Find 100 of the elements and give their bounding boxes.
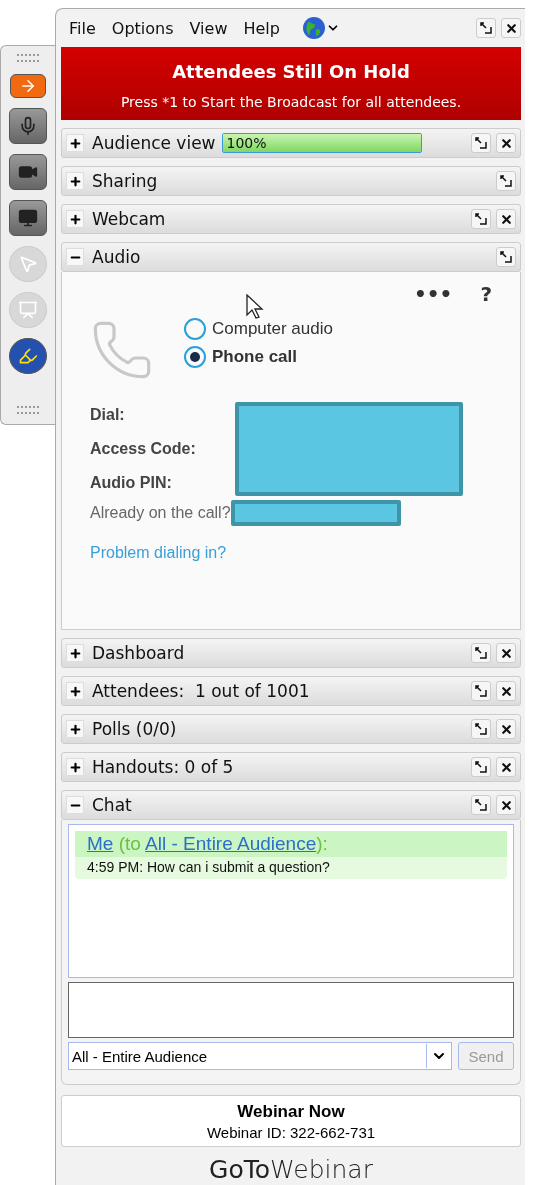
expand-button[interactable]: [66, 644, 84, 662]
panel-title: Sharing: [92, 171, 158, 191]
popout-icon: [500, 251, 512, 263]
popout-icon: [500, 175, 512, 187]
grip-handle[interactable]: [17, 54, 39, 62]
plus-icon: [68, 722, 82, 736]
toolbar-button[interactable]: [9, 338, 47, 374]
popout-icon: [475, 761, 487, 773]
option-label: Computer audio: [212, 319, 333, 339]
field-label: Access Code:: [90, 440, 197, 458]
help-button[interactable]: ?: [480, 282, 492, 306]
sender-link[interactable]: Me: [87, 833, 114, 854]
panel-title: Audience view: [92, 133, 216, 153]
plus-icon: [68, 646, 82, 660]
webinar-id: Webinar ID: 322-662-731: [206, 1123, 376, 1141]
close-button[interactable]: [501, 18, 521, 38]
toolbar-button[interactable]: [9, 154, 47, 190]
recipient-select[interactable]: All - Entire Audience: [68, 1042, 452, 1070]
expand-button[interactable]: [66, 134, 84, 152]
close-icon: [499, 798, 513, 812]
arrow-icon: [19, 77, 37, 95]
panel-title: Dashboard: [92, 643, 185, 663]
close-icon: [499, 760, 513, 774]
already-on-call-text: Already on the call?: [90, 504, 231, 522]
microphone-icon: [18, 116, 38, 136]
banner-title: Attendees Still On Hold: [171, 61, 411, 82]
plus-icon: [68, 760, 82, 774]
popout-icon: [475, 647, 487, 659]
popout-icon: [475, 723, 487, 735]
popout-button[interactable]: [471, 719, 491, 739]
close-icon: [499, 136, 513, 150]
popout-button[interactable]: [471, 643, 491, 663]
menu-item[interactable]: Help: [235, 18, 288, 38]
popout-button[interactable]: [471, 757, 491, 777]
close-button[interactable]: [496, 209, 516, 229]
expand-button[interactable]: [66, 172, 84, 190]
message-header: Me (to All - Entire Audience):: [75, 831, 507, 857]
popout-button[interactable]: [476, 18, 496, 38]
expand-button[interactable]: [66, 210, 84, 228]
panel-title: Audio: [92, 247, 141, 267]
popout-button[interactable]: [471, 209, 491, 229]
monitor-icon: [18, 208, 38, 228]
close-button[interactable]: [496, 133, 516, 153]
close-button[interactable]: [496, 643, 516, 663]
highlighter-icon: [18, 346, 38, 366]
toolbar-button[interactable]: [10, 74, 46, 98]
language-menu[interactable]: [301, 16, 340, 40]
panel-title: Webcam: [92, 209, 166, 229]
expand-button[interactable]: [66, 682, 84, 700]
field-label: Audio PIN:: [90, 474, 173, 492]
close-button[interactable]: [496, 795, 516, 815]
plus-icon: [68, 174, 82, 188]
popout-icon: [475, 799, 487, 811]
expand-button[interactable]: [66, 758, 84, 776]
popout-icon: [480, 22, 492, 34]
presentation-icon: [18, 300, 38, 320]
recipient-link[interactable]: All - Entire Audience: [145, 833, 317, 854]
banner-message: Press *1 to Start the Broadcast for all attendees.: [119, 94, 463, 110]
menu-item[interactable]: View: [181, 18, 236, 38]
close-button[interactable]: [496, 719, 516, 739]
more-button[interactable]: •••: [414, 282, 453, 306]
field-label: Dial:: [90, 406, 126, 424]
message-text: 4:59 PM: How can i submit a question?: [86, 858, 331, 877]
close-button[interactable]: [496, 681, 516, 701]
brand-logo: GoToWebinar: [208, 1154, 374, 1185]
popout-button[interactable]: [471, 681, 491, 701]
popout-button[interactable]: [471, 133, 491, 153]
plus-icon: [68, 684, 82, 698]
webinar-title: Webinar Now: [237, 1101, 345, 1122]
close-icon: [499, 212, 513, 226]
radio-option[interactable]: Phone call: [184, 346, 333, 368]
expand-button[interactable]: [66, 720, 84, 738]
popout-button[interactable]: [471, 795, 491, 815]
collapse-button[interactable]: [66, 796, 84, 814]
menu-item[interactable]: File: [61, 18, 104, 38]
close-icon: [499, 684, 513, 698]
panel-title: Polls (0/0): [92, 719, 177, 739]
popout-icon: [475, 137, 487, 149]
popout-icon: [475, 213, 487, 225]
close-button[interactable]: [496, 757, 516, 777]
option-label: Phone call: [212, 347, 298, 367]
panel-title: Handouts: 0 of 5: [92, 757, 234, 777]
progress-reading: 100%: [226, 134, 267, 152]
cursor-icon: [246, 294, 264, 320]
collapse-button[interactable]: [66, 248, 84, 266]
menu-item[interactable]: Options: [103, 18, 182, 38]
toolbar-button[interactable]: [9, 108, 47, 144]
popout-button[interactable]: [496, 171, 516, 191]
popout-icon: [475, 685, 487, 697]
radio-button[interactable]: [184, 318, 206, 340]
panel-title: Chat: [92, 795, 132, 815]
chat-input[interactable]: [68, 982, 514, 1038]
popout-button[interactable]: [496, 247, 516, 267]
toolbar-button[interactable]: [9, 200, 47, 236]
radio-button[interactable]: [184, 346, 206, 368]
radio-option[interactable]: Computer audio: [184, 318, 333, 340]
close-icon: [499, 646, 513, 660]
close-icon: [499, 722, 513, 736]
plus-icon: [68, 136, 82, 150]
grip-handle[interactable]: [17, 406, 39, 414]
